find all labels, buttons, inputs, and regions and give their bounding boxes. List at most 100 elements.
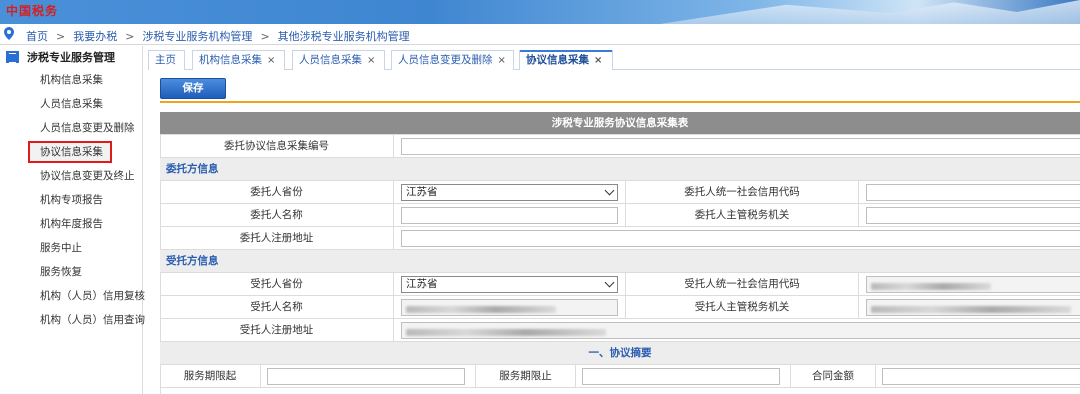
tab-staff-info-collection[interactable]: 人员信息采集 × xyxy=(292,50,385,70)
breadcrumb-separator: > xyxy=(125,30,135,43)
agent-province-label: 受托人省份 xyxy=(250,278,303,290)
redacted-text xyxy=(406,305,556,313)
tab-org-info-collection[interactable]: 机构信息采集 × xyxy=(192,50,285,70)
sidebar-item-org-info-collection[interactable]: 机构信息采集 xyxy=(0,68,142,92)
agent-tax-authority-input xyxy=(866,299,1080,316)
sidebar-item-credit-review[interactable]: 机构（人员）信用复核 xyxy=(0,284,145,308)
chevron-down-icon xyxy=(604,277,615,288)
tab-bar: 主页 机构信息采集 × 人员信息采集 × 人员信息变更及删除 × 协议信息采集 × xyxy=(148,48,1080,70)
agreement-no-label: 委托协议信息采集编号 xyxy=(224,140,329,152)
sidebar-item-agreement-info-collection[interactable]: 协议信息采集 xyxy=(0,140,142,164)
agent-name-label: 受托人名称 xyxy=(250,301,303,313)
sidebar-item-credit-query[interactable]: 机构（人员）信用查询 xyxy=(0,308,145,332)
client-name-input[interactable] xyxy=(401,207,618,224)
client-tax-authority-label: 委托人主管税务机关 xyxy=(625,204,858,227)
contract-amount-cell xyxy=(875,365,1080,388)
select-value: 江苏省 xyxy=(406,186,438,198)
redacted-text xyxy=(406,328,606,336)
client-address-cell xyxy=(393,227,1080,250)
service-end-cell xyxy=(575,365,790,388)
breadcrumb-tax-handling[interactable]: 我要办税 xyxy=(73,30,117,43)
summary-section-header: 一、协议摘要 xyxy=(160,342,1080,365)
agent-credit-code-label: 受托人统一社会信用代码 xyxy=(625,273,858,296)
agent-province-cell: 江苏省 xyxy=(393,273,625,296)
agent-address-input xyxy=(401,322,1080,339)
sidebar-item-special-report[interactable]: 机构专项报告 xyxy=(0,188,142,212)
top-banner: 中国税务 xyxy=(0,0,1080,24)
breadcrumb: 首页 > 我要办税 > 涉税专业服务机构管理 > 其他涉税专业服务机构管理 xyxy=(0,24,1080,45)
service-end-label: 服务期限止 xyxy=(475,365,575,388)
contract-amount-input[interactable] xyxy=(882,368,1080,385)
sidebar-header[interactable]: 涉税专业服务管理 xyxy=(0,46,142,68)
client-address-label: 委托人注册地址 xyxy=(239,232,314,244)
agent-credit-code-cell xyxy=(858,273,1080,296)
breadcrumb-separator: > xyxy=(56,30,66,43)
close-icon[interactable]: × xyxy=(267,55,275,66)
sidebar: 涉税专业服务管理 机构信息采集 人员信息采集 人员信息变更及删除 协议信息采集 … xyxy=(0,46,145,394)
client-name-row: 委托人名称 委托人主管税务机关 xyxy=(160,204,1080,227)
client-credit-code-label: 委托人统一社会信用代码 xyxy=(625,181,858,204)
agreement-form: 涉税专业服务协议信息采集表 委托协议信息采集编号 委托方信息 委托人省份 江苏省… xyxy=(160,112,1080,394)
agent-name-row: 受托人名称 受托人主管税务机关 xyxy=(160,296,1080,319)
tax-logo: 中国税务 xyxy=(6,4,59,18)
close-icon[interactable]: × xyxy=(594,55,602,66)
agent-tax-authority-cell xyxy=(858,296,1080,319)
sidebar-item-agreement-change-terminate[interactable]: 协议信息变更及终止 xyxy=(0,164,142,188)
close-icon[interactable]: × xyxy=(498,55,506,66)
client-province-select[interactable]: 江苏省 xyxy=(401,184,618,201)
client-address-row: 委托人注册地址 xyxy=(160,227,1080,250)
tab-label: 机构信息采集 xyxy=(199,54,262,66)
client-address-input[interactable] xyxy=(401,230,1080,247)
sidebar-item-service-suspend[interactable]: 服务中止 xyxy=(0,236,142,260)
agent-address-row: 受托人注册地址 xyxy=(160,319,1080,342)
agent-address-label: 受托人注册地址 xyxy=(239,324,314,336)
tab-label: 主页 xyxy=(155,54,176,66)
tab-agreement-info-collection[interactable]: 协议信息采集 × xyxy=(519,50,613,70)
select-value: 江苏省 xyxy=(406,278,438,290)
client-section-header: 委托方信息 xyxy=(160,158,1080,181)
toolbar: 保存 xyxy=(160,76,1080,103)
service-period-row: 服务期限起 服务期限止 合同金额 xyxy=(160,365,1080,388)
agent-name-input xyxy=(401,299,618,316)
client-credit-code-input[interactable] xyxy=(866,184,1080,201)
sidebar-item-label: 协议信息采集 xyxy=(28,141,112,163)
form-title: 涉税专业服务协议信息采集表 xyxy=(160,112,1080,135)
sidebar-item-annual-report[interactable]: 机构年度报告 xyxy=(0,212,142,236)
agent-section-header: 受托方信息 xyxy=(160,250,1080,273)
tab-home[interactable]: 主页 xyxy=(148,50,185,70)
sidebar-item-service-resume[interactable]: 服务恢复 xyxy=(0,260,142,284)
close-icon[interactable]: × xyxy=(367,55,375,66)
breadcrumb-agency-management[interactable]: 涉税专业服务机构管理 xyxy=(142,30,252,43)
agent-tax-authority-label: 受托人主管税务机关 xyxy=(625,296,858,319)
breadcrumb-separator: > xyxy=(260,30,270,43)
client-tax-authority-cell xyxy=(858,204,1080,227)
contract-amount-label: 合同金额 xyxy=(790,365,875,388)
menu-book-icon xyxy=(6,51,19,63)
breadcrumb-home[interactable]: 首页 xyxy=(26,30,48,43)
agent-province-row: 受托人省份 江苏省 受托人统一社会信用代码 xyxy=(160,273,1080,296)
client-province-cell: 江苏省 xyxy=(393,181,625,204)
sidebar-item-staff-info-change[interactable]: 人员信息变更及删除 xyxy=(0,116,142,140)
client-credit-code-cell xyxy=(858,181,1080,204)
tab-label: 人员信息变更及删除 xyxy=(398,54,493,66)
service-start-input[interactable] xyxy=(267,368,465,385)
agent-credit-code-input xyxy=(866,276,1080,293)
tab-staff-info-change[interactable]: 人员信息变更及删除 × xyxy=(391,50,514,70)
agreement-no-cell xyxy=(393,135,1080,158)
service-end-input[interactable] xyxy=(582,368,780,385)
agent-province-select[interactable]: 江苏省 xyxy=(401,276,618,293)
agreement-no-input[interactable] xyxy=(401,138,1080,155)
breadcrumb-other-agency-management[interactable]: 其他涉税专业服务机构管理 xyxy=(278,30,410,43)
save-button[interactable]: 保存 xyxy=(160,78,226,99)
client-province-row: 委托人省份 江苏省 委托人统一社会信用代码 xyxy=(160,181,1080,204)
sidebar-item-staff-info-collection[interactable]: 人员信息采集 xyxy=(0,92,142,116)
client-name-label: 委托人名称 xyxy=(250,209,303,221)
location-pin-icon xyxy=(4,27,14,40)
agent-address-cell xyxy=(393,319,1080,342)
client-province-label: 委托人省份 xyxy=(250,186,303,198)
agreement-no-row: 委托协议信息采集编号 xyxy=(160,135,1080,158)
client-name-cell xyxy=(393,204,625,227)
service-start-cell xyxy=(260,365,475,388)
client-tax-authority-input[interactable] xyxy=(866,207,1080,224)
banner-decoration xyxy=(660,0,1080,24)
